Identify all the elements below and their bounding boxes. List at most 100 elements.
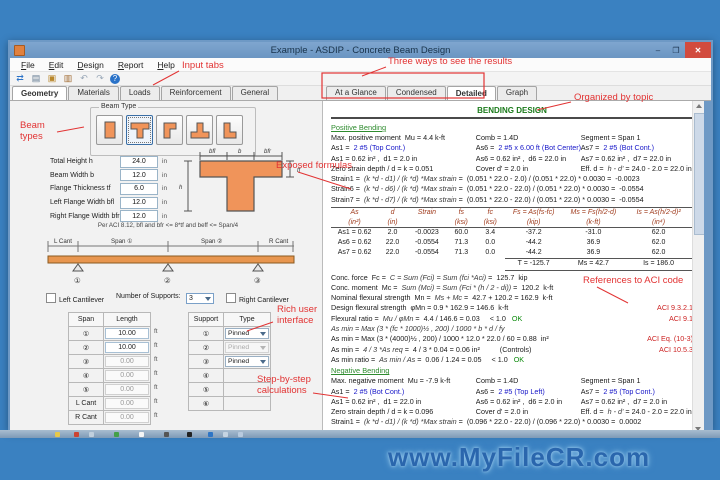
- span-length-input[interactable]: 10.00: [105, 342, 149, 353]
- input-tabs: Geometry Materials Loads Reinforcement Gener…: [12, 86, 279, 100]
- length-unit: ft: [154, 370, 158, 377]
- sync-icon[interactable]: ⇄: [14, 73, 26, 84]
- table-row: ① 10.00: [68, 326, 151, 341]
- svg-text:Span ①: Span ①: [111, 238, 133, 245]
- svg-text:R Cant: R Cant: [269, 238, 289, 245]
- tab-condensed[interactable]: Condensed: [386, 86, 446, 100]
- span-length-table: Span Length ① 10.00 ② 10.00 ③ 0.00 ④ 0.00 ⑤ 0.00 L …: [68, 312, 151, 425]
- taskbar-icon[interactable]: [238, 431, 243, 437]
- length-unit: ft: [154, 342, 158, 349]
- table-row: ① Pinned: [188, 326, 271, 341]
- table-row: As6 = 0.62 22.0 -0.0554 71.3 0.0 -44.2 36.9 62.…: [337, 239, 666, 247]
- taskbar[interactable]: [0, 430, 720, 438]
- annotation-references-to-aci-code: References to ACI code: [583, 275, 684, 286]
- span-length-input[interactable]: 10.00: [105, 328, 149, 339]
- support-type-select: Pinned: [225, 342, 269, 353]
- undo-icon[interactable]: ↶: [78, 73, 90, 84]
- table-row: R Cant 0.00: [68, 410, 151, 425]
- span-label: ①: [68, 326, 104, 341]
- paste-icon[interactable]: ▥: [62, 73, 74, 84]
- field-row: Total Height h 24.0 in: [50, 155, 167, 169]
- results-line: Max. negative moment Mu = -7.9 k-ft Comb …: [331, 376, 641, 386]
- svg-text:bfl: bfl: [209, 149, 216, 155]
- tab-loads[interactable]: Loads: [119, 86, 160, 100]
- support-type-table: Support Type ① Pinned ② Pinned ③ Pinned ④ ⑤ ⑥: [188, 312, 271, 411]
- length-unit: ft: [154, 384, 158, 391]
- tab-materials[interactable]: Materials: [68, 86, 119, 100]
- redo-icon[interactable]: ↷: [94, 73, 106, 84]
- taskbar-icon[interactable]: [114, 431, 119, 437]
- beam-type-rectangular[interactable]: [96, 115, 123, 145]
- menu-edit[interactable]: Edit: [42, 60, 71, 70]
- menu-help[interactable]: Help: [150, 60, 181, 70]
- support-label: ⑤: [188, 382, 224, 397]
- right-cantilever-checkbox[interactable]: Right Cantilever: [226, 293, 289, 304]
- left-cantilever-checkbox[interactable]: Left Cantilever: [46, 293, 104, 304]
- menu-report[interactable]: Report: [111, 60, 151, 70]
- field-input-right-flange-width-bfr[interactable]: 12.0: [120, 210, 158, 223]
- span-label: ④: [68, 368, 104, 383]
- svg-text:bfr: bfr: [264, 149, 272, 155]
- field-row: Flange Thickness tf 6.0 in: [50, 182, 167, 196]
- results-line: As min = 4 / 3 *As req = 4 / 3 * 0.04 = …: [331, 344, 693, 354]
- annotation-input-tabs: Input tabs: [182, 60, 224, 71]
- span-diagram: L Cant Span ① Span ② R Cant ① ② ③: [36, 237, 304, 296]
- taskbar-icon[interactable]: [164, 431, 169, 437]
- aci-reference: ACI 9.1: [669, 313, 693, 323]
- help-icon[interactable]: ?: [110, 73, 120, 84]
- results-line: As1 = 2 #5 (Top Cont.) As6 = 2 #5 x 6.00 …: [331, 143, 655, 153]
- desktop: Example - ASDIP - Concrete Beam Design –…: [0, 0, 720, 480]
- print-icon[interactable]: ▤: [30, 73, 42, 84]
- span-length-input: 0.00: [105, 398, 149, 409]
- results-line: Nominal flexural strength Mn = Ms + Mc =…: [331, 293, 553, 303]
- tab-at-a-glance[interactable]: At a Glance: [326, 86, 386, 100]
- taskbar-icon[interactable]: [89, 431, 94, 437]
- tab-graph[interactable]: Graph: [496, 86, 538, 100]
- span-label: L Cant: [68, 396, 104, 411]
- field-input-flange-thickness-tf[interactable]: 6.0: [120, 182, 158, 195]
- menu-design[interactable]: Design: [70, 60, 110, 70]
- field-row: Left Flange Width bfl 12.0 in: [50, 196, 167, 210]
- span-label: ③: [68, 354, 104, 369]
- table-row: ③ 0.00: [68, 354, 151, 369]
- beam-type-tee[interactable]: [126, 115, 153, 145]
- taskbar-icon[interactable]: [74, 431, 79, 437]
- field-input-left-flange-width-bfl[interactable]: 12.0: [120, 196, 158, 209]
- taskbar-icon[interactable]: [187, 431, 192, 437]
- watermark: www.MyFileCR.com: [388, 442, 651, 472]
- tab-geometry[interactable]: Geometry: [12, 86, 68, 100]
- taskbar-icon[interactable]: [139, 431, 144, 437]
- tab-reinforcement[interactable]: Reinforcement: [160, 86, 231, 100]
- field-row: Right Flange Width bfr 12.0 in: [50, 209, 167, 223]
- table-row: L Cant 0.00: [68, 396, 151, 411]
- span-length-input: 0.00: [105, 412, 149, 423]
- taskbar-icon[interactable]: [208, 431, 213, 437]
- table-row: As1 = 0.62 2.0 -0.0023 60.0 3.4 -37.2 -31.0 62.…: [337, 229, 666, 237]
- number-of-supports-select[interactable]: 3: [186, 293, 214, 304]
- scroll-up-icon[interactable]: [695, 104, 702, 108]
- beam-type-ell-left[interactable]: [156, 115, 183, 145]
- title-bar[interactable]: Example - ASDIP - Concrete Beam Design –…: [10, 42, 711, 58]
- tab-detailed[interactable]: Detailed: [446, 86, 496, 100]
- number-of-supports-label: Number of Supports:: [116, 293, 181, 300]
- svg-text:L Cant: L Cant: [54, 238, 72, 245]
- table-row: ⑥: [188, 396, 271, 411]
- support-label: ③: [188, 354, 224, 369]
- chevron-down-icon: [205, 296, 211, 301]
- field-unit: in: [162, 171, 168, 179]
- support-type-select[interactable]: Pinned: [225, 356, 269, 367]
- support-type-select[interactable]: Pinned: [225, 328, 269, 339]
- taskbar-icon[interactable]: [55, 431, 60, 437]
- beam-type-ell-right[interactable]: [216, 115, 243, 145]
- results-scrollbar[interactable]: [692, 101, 705, 434]
- field-input-total-height-h[interactable]: 24.0: [120, 155, 158, 168]
- copy-icon[interactable]: ▣: [46, 73, 58, 84]
- beam-type-inverted-tee[interactable]: [186, 115, 213, 145]
- result-tabs: At a Glance Condensed Detailed Graph: [326, 86, 538, 100]
- field-input-beam-width-b[interactable]: 12.0: [120, 169, 158, 182]
- table-row: ③ Pinned: [188, 354, 271, 369]
- tab-general[interactable]: General: [231, 86, 279, 100]
- taskbar-icon[interactable]: [223, 431, 228, 437]
- span-length-input: 0.00: [105, 370, 149, 381]
- menu-file[interactable]: File: [14, 60, 42, 70]
